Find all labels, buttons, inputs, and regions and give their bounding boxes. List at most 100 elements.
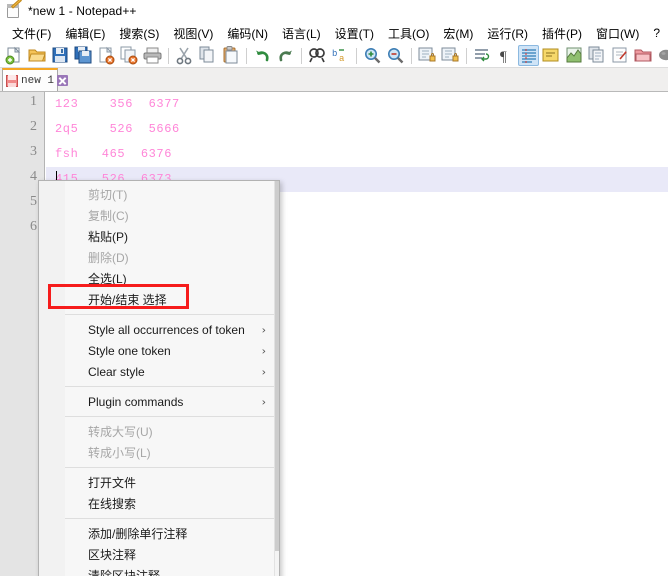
toolbar-separator (301, 47, 302, 64)
context-menu-item-label: 转成大写(U) (88, 425, 153, 439)
paste-icon[interactable] (220, 45, 241, 66)
context-menu-scrollbar[interactable] (274, 181, 279, 576)
zoom-out-icon[interactable] (385, 45, 406, 66)
ctx-begin-end-select[interactable]: 开始/结束 选择 (39, 289, 279, 310)
save-icon[interactable] (50, 45, 71, 66)
editor-context-menu[interactable]: 剪切(T) 复制(C) 粘贴(P) 删除(D) 全选(L) 开始/结束 选择 Style a… (38, 180, 280, 576)
context-menu-separator (65, 314, 277, 315)
ctx-uppercase: 转成大写(U) (39, 421, 279, 442)
context-menu-separator (65, 386, 277, 387)
menu-edit[interactable]: 编辑(E) (58, 23, 112, 44)
ctx-block-uncomment[interactable]: 清除区块注释 (39, 565, 279, 576)
menu-settings[interactable]: 设置(T) (328, 23, 381, 44)
toolbar-separator (168, 47, 169, 64)
context-menu-items: 剪切(T) 复制(C) 粘贴(P) 删除(D) 全选(L) 开始/结束 选择 Style a… (39, 181, 279, 576)
ctx-toggle-single-line-comment[interactable]: 添加/删除单行注释 (39, 523, 279, 544)
menu-search[interactable]: 搜索(S) (112, 23, 166, 44)
toolbar-separator (356, 47, 357, 64)
document-map-icon[interactable] (564, 45, 585, 66)
context-menu-item-label: 区块注释 (88, 548, 137, 562)
menu-plugins[interactable]: 插件(P) (535, 23, 589, 44)
menu-file[interactable]: 文件(F) (5, 23, 58, 44)
document-switcher-icon[interactable] (610, 45, 631, 66)
code-line[interactable]: 2q5 526 5666 (46, 117, 668, 142)
chevron-right-icon: › (261, 344, 266, 357)
ctx-block-comment[interactable]: 区块注释 (39, 544, 279, 565)
ctx-search-on-internet[interactable]: 在线搜索 (39, 493, 279, 514)
menu-view[interactable]: 视图(V) (166, 23, 220, 44)
close-icon[interactable] (57, 75, 69, 86)
context-menu-separator (65, 416, 277, 417)
context-menu-item-label: 剪切(T) (88, 188, 128, 202)
zoom-in-icon[interactable] (362, 45, 383, 66)
context-menu-item-label: 清除区块注释 (88, 569, 161, 576)
menu-tools[interactable]: 工具(O) (381, 23, 436, 44)
context-menu-separator (65, 518, 277, 519)
code-line[interactable]: fsh 465 6376 (46, 142, 668, 167)
close-file-icon[interactable] (96, 45, 117, 66)
print-icon[interactable] (142, 45, 163, 66)
ctx-copy: 复制(C) (39, 205, 279, 226)
svg-text:¶: ¶ (500, 49, 507, 65)
menu-bar: 文件(F) 编辑(E) 搜索(S) 视图(V) 编码(N) 语言(L) 设置(T) 工具(O)… (0, 22, 668, 44)
undo-icon[interactable] (252, 45, 273, 66)
menu-help[interactable]: ? (646, 24, 667, 42)
indent-guide-icon[interactable] (518, 45, 539, 66)
window-title: *new 1 - Notepad++ (28, 4, 137, 18)
open-file-icon[interactable] (27, 45, 48, 66)
menu-run[interactable]: 运行(R) (480, 23, 535, 44)
folder-as-workspace-icon[interactable] (633, 45, 654, 66)
tab-unsaved-icon (6, 74, 18, 87)
context-menu-item-label: Style one token (88, 343, 171, 358)
redo-icon[interactable] (275, 45, 296, 66)
ctx-style-all-occurrences[interactable]: Style all occurrences of token › (39, 319, 279, 340)
user-defined-language-icon[interactable] (541, 45, 562, 66)
menu-window[interactable]: 窗口(W) (589, 23, 646, 44)
tab-bar: new 1 (0, 68, 668, 92)
context-menu-separator (65, 467, 277, 468)
notepad-plus-plus-window: *new 1 - Notepad++ 文件(F) 编辑(E) 搜索(S) 视图(V) 编… (0, 0, 668, 576)
ctx-open-file[interactable]: 打开文件 (39, 472, 279, 493)
sync-vertical-scroll-icon[interactable] (417, 45, 438, 66)
context-menu-item-label: Clear style (88, 364, 145, 379)
context-menu-item-label: 打开文件 (88, 476, 137, 490)
ctx-paste[interactable]: 粘贴(P) (39, 226, 279, 247)
line-number: 4 (30, 169, 37, 184)
menu-macro[interactable]: 宏(M) (436, 23, 480, 44)
word-wrap-icon[interactable] (472, 45, 493, 66)
monitoring-icon[interactable] (656, 45, 668, 66)
notepad-plus-plus-icon (6, 0, 22, 19)
tab-label: new 1 (21, 74, 55, 87)
new-file-icon[interactable] (4, 45, 25, 66)
context-menu-item-label: 复制(C) (88, 209, 129, 223)
context-menu-item-label: 粘贴(P) (88, 230, 128, 244)
svg-text:b: b (332, 49, 337, 59)
sync-horizontal-scroll-icon[interactable] (440, 45, 461, 66)
copy-icon[interactable] (197, 45, 218, 66)
ctx-select-all[interactable]: 全选(L) (39, 268, 279, 289)
context-menu-item-label: 开始/结束 选择 (88, 293, 167, 307)
find-icon[interactable] (307, 45, 328, 66)
ctx-plugin-commands[interactable]: Plugin commands › (39, 391, 279, 412)
show-all-characters-icon[interactable]: ¶ (495, 45, 516, 66)
menu-encoding[interactable]: 编码(N) (220, 23, 275, 44)
ctx-clear-style[interactable]: Clear style › (39, 361, 279, 382)
menu-language[interactable]: 语言(L) (275, 23, 328, 44)
tab-new-1[interactable]: new 1 (2, 68, 69, 91)
cut-icon[interactable] (174, 45, 195, 66)
ctx-style-one-token[interactable]: Style one token › (39, 340, 279, 361)
scrollbar-thumb[interactable] (275, 181, 279, 551)
code-line[interactable]: 123 356 6377 (46, 92, 668, 117)
chevron-right-icon: › (261, 323, 266, 336)
close-all-files-icon[interactable] (119, 45, 140, 66)
context-menu-item-label: 删除(D) (88, 251, 129, 265)
function-list-icon[interactable] (587, 45, 608, 66)
save-all-icon[interactable] (73, 45, 94, 66)
title-bar: *new 1 - Notepad++ (0, 0, 668, 22)
ctx-delete: 删除(D) (39, 247, 279, 268)
context-menu-item-label: 转成小写(L) (88, 446, 151, 460)
toolbar-separator (246, 47, 247, 64)
replace-icon[interactable]: ba (330, 45, 351, 66)
chevron-right-icon: › (261, 365, 266, 378)
ctx-lowercase: 转成小写(L) (39, 442, 279, 463)
